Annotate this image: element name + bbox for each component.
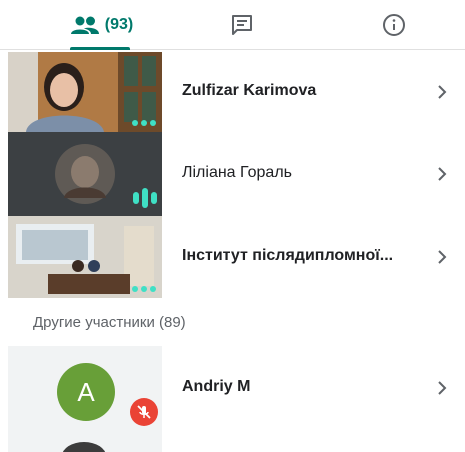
participant-video-thumb — [8, 216, 162, 298]
chevron-right-icon — [438, 381, 447, 395]
mic-off-icon — [130, 398, 158, 426]
tab-bar: (93) — [0, 0, 465, 50]
chevron-right-icon — [438, 167, 447, 181]
participant-video-thumb — [8, 52, 162, 132]
info-icon — [383, 14, 405, 36]
other-participants-label: Другие участники (89) — [33, 314, 186, 331]
participant-name: Zulfizar Karimova — [182, 82, 317, 99]
chevron-right-icon — [438, 250, 447, 264]
next-participant-avatar — [62, 442, 106, 452]
people-icon — [70, 16, 99, 34]
video-active-indicator — [132, 286, 156, 292]
participant-name: Ліліана Гораль — [182, 164, 292, 181]
participant-row[interactable]: Інститут післядипломної... — [0, 216, 465, 298]
participant-name: Інститут післядипломної... — [182, 247, 394, 264]
chevron-right-icon — [438, 85, 447, 99]
avatar: A — [57, 363, 115, 421]
chat-icon — [232, 15, 252, 35]
tab-chat[interactable] — [200, 0, 284, 50]
participant-row[interactable]: Zulfizar Karimova — [0, 52, 465, 132]
participant-row[interactable]: Ліліана Гораль — [0, 132, 465, 216]
participant-name: Andriy M — [182, 378, 251, 395]
tab-people[interactable]: (93) — [60, 0, 144, 50]
video-active-indicator — [132, 120, 156, 126]
participant-video-thumb — [8, 132, 162, 216]
people-count: (93) — [104, 16, 134, 33]
active-tab-indicator — [70, 47, 130, 50]
speaking-indicator-icon — [133, 188, 157, 208]
tab-info[interactable] — [352, 0, 436, 50]
